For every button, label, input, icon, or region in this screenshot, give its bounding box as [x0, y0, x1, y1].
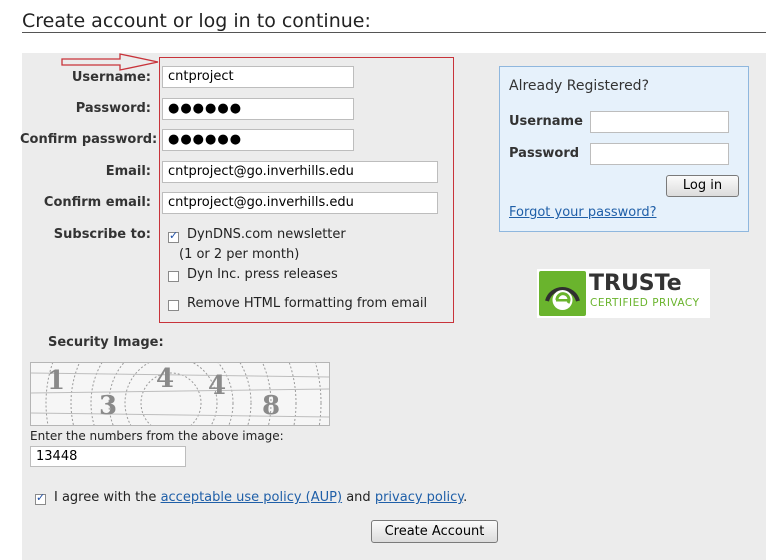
confirm-password-field[interactable]: ●●●●●● [162, 129, 354, 151]
agreement-prefix: I agree with the [54, 490, 157, 505]
highlight-box [159, 57, 454, 323]
newsletter-frequency-text: (1 or 2 per month) [179, 247, 300, 262]
captcha-digit: 3 [99, 391, 118, 421]
newsletter-option-label: DynDNS.com newsletter [187, 227, 346, 242]
captcha-digit: 4 [208, 371, 227, 401]
password-label: Password: [75, 101, 151, 116]
aup-link[interactable]: acceptable use policy (AUP) [161, 490, 343, 505]
login-username-label: Username [509, 114, 583, 129]
remove-html-option-label: Remove HTML formatting from email [187, 296, 428, 311]
login-password-field[interactable] [590, 143, 729, 165]
captcha-digit: 8 [262, 391, 281, 421]
captcha-input[interactable]: 13448 [30, 446, 186, 467]
login-password-label: Password [509, 146, 580, 161]
truste-badge: TRUSTe CERTIFIED PRIVACY [537, 269, 710, 318]
username-field[interactable]: cntproject [162, 66, 354, 88]
captcha-digit: 1 [47, 366, 66, 396]
captcha-digit: 4 [156, 364, 175, 394]
captcha-instruction: Enter the numbers from the above image: [30, 429, 284, 443]
captcha-image: 1 3 4 4 8 [30, 362, 330, 426]
email-label: Email: [105, 164, 151, 179]
login-box-title: Already Registered? [509, 78, 649, 94]
login-button[interactable]: Log in [666, 175, 739, 197]
newsletter-checkbox[interactable] [168, 229, 179, 243]
press-releases-checkbox[interactable] [168, 271, 179, 282]
password-field[interactable]: ●●●●●● [162, 98, 354, 120]
agreement-middle: and [346, 490, 371, 505]
page-title: Create account or log in to continue: [22, 10, 371, 32]
confirm-password-label: Confirm password: [20, 132, 158, 147]
title-divider [22, 32, 766, 33]
create-account-button[interactable]: Create Account [371, 520, 498, 543]
agree-checkbox[interactable] [35, 491, 46, 505]
login-username-field[interactable] [590, 111, 729, 133]
privacy-policy-link[interactable]: privacy policy [375, 490, 463, 505]
agreement-text: I agree with the acceptable use policy (… [54, 490, 467, 505]
truste-logo-icon [539, 271, 586, 316]
security-image-label: Security Image: [48, 335, 164, 350]
captcha-noise [31, 363, 329, 425]
confirm-email-label: Confirm email: [43, 195, 151, 210]
press-releases-option-label: Dyn Inc. press releases [187, 267, 338, 282]
truste-title: TRUSTe [589, 271, 682, 296]
confirm-email-field[interactable]: cntproject@go.inverhills.edu [162, 192, 438, 214]
remove-html-checkbox[interactable] [168, 300, 179, 311]
agreement-suffix: . [463, 490, 468, 505]
subscribe-label: Subscribe to: [53, 227, 151, 242]
truste-subtitle: CERTIFIED PRIVACY [590, 297, 700, 309]
username-label: Username: [71, 70, 151, 85]
email-field[interactable]: cntproject@go.inverhills.edu [162, 161, 438, 183]
forgot-password-link[interactable]: Forgot your password? [509, 205, 657, 220]
